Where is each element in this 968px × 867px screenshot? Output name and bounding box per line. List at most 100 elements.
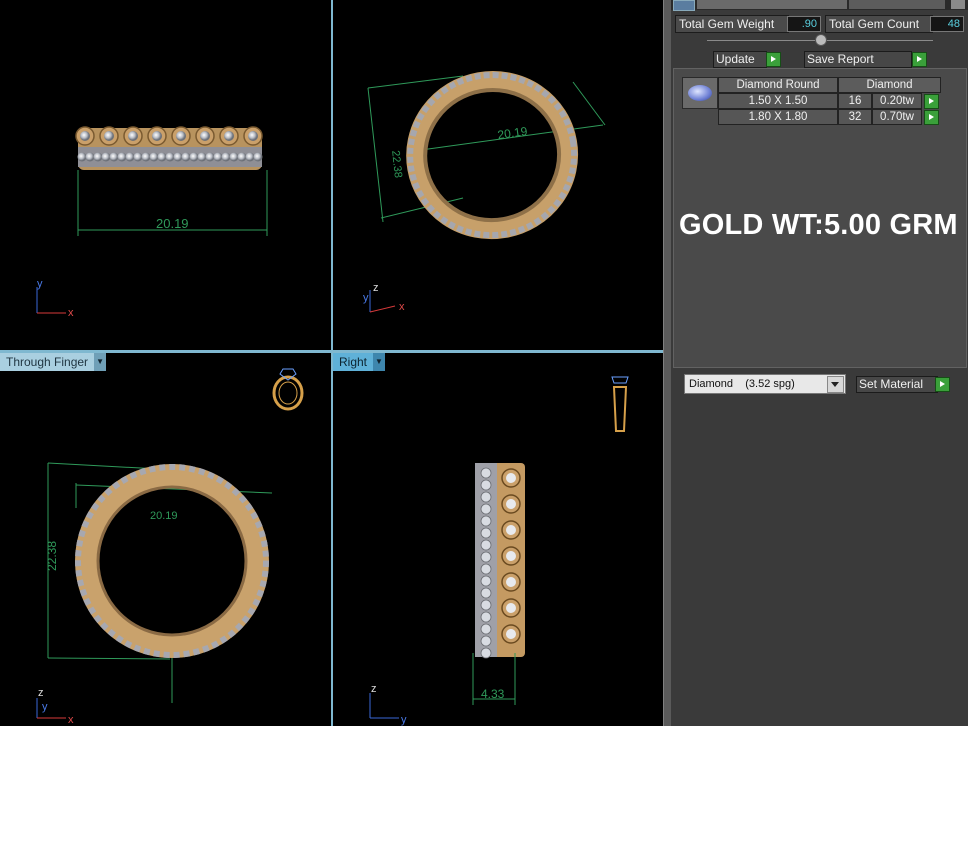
viewport-front[interactable]: 20.19 y x: [0, 0, 331, 350]
pave-diamond: [480, 467, 492, 479]
panel-tab[interactable]: [849, 0, 945, 9]
row-weight: 0.70tw: [872, 109, 922, 125]
view-selector-label: Right: [339, 355, 368, 369]
pave-diamond: [229, 152, 239, 162]
set-material-go-icon[interactable]: [935, 377, 950, 392]
pave-diamond: [480, 623, 492, 635]
ring-orientation-icon: [272, 368, 304, 411]
pave-diamond: [480, 635, 492, 647]
total-gem-count-label: Total Gem Count: [825, 15, 933, 33]
ring-model-through-finger: [75, 464, 269, 658]
bezel-diamond: [506, 499, 516, 509]
svg-text:x: x: [399, 301, 405, 313]
pave-diamond: [480, 647, 492, 659]
pave-diamond: [480, 479, 492, 491]
pave-diamond: [253, 152, 263, 162]
viewport-perspective[interactable]: 20.19 22.38 z y x: [333, 0, 663, 350]
pave-diamond: [480, 527, 492, 539]
right-view-canvas: 4.33 z y: [369, 376, 629, 726]
row-go-icon[interactable]: [924, 110, 939, 125]
svg-text:z: z: [38, 687, 44, 699]
row-go-icon[interactable]: [924, 94, 939, 109]
save-report-go-icon[interactable]: [912, 52, 927, 67]
bezel-diamond: [506, 629, 516, 639]
pave-diamond: [480, 575, 492, 587]
pave-diamond: [93, 152, 103, 162]
axis-gizmo: z y x: [36, 687, 74, 726]
view-selector-through-finger[interactable]: Through Finger ▼: [0, 353, 107, 371]
dropdown-arrow-icon[interactable]: [827, 376, 844, 393]
gem-list-box: Diamond Round Diamond 1.50 X 1.50 16 0.2…: [673, 68, 967, 368]
total-gem-weight-label: Total Gem Weight: [675, 15, 789, 33]
pave-diamond: [133, 152, 143, 162]
gold-weight-text: GOLD WT:5.00 GRM: [679, 209, 958, 241]
gem-icon[interactable]: [682, 77, 718, 109]
viewport-through-finger[interactable]: 20.19 22.38 z y x: [0, 353, 331, 726]
svg-text:y: y: [42, 701, 48, 713]
bezel-diamond: [248, 131, 258, 141]
pave-diamond: [480, 515, 492, 527]
pave-diamond: [189, 152, 199, 162]
pave-diamond: [480, 599, 492, 611]
viewport-right[interactable]: 4.33 z y: [333, 353, 663, 726]
pave-diamond: [480, 503, 492, 515]
update-button[interactable]: Update: [713, 51, 767, 68]
axis-gizmo: z y: [369, 683, 407, 726]
dimension-label: 4.33: [481, 687, 505, 701]
panel-tab[interactable]: [697, 0, 847, 9]
pave-diamond: [245, 152, 255, 162]
axis-gizmo: y x: [36, 278, 74, 319]
svg-text:y: y: [401, 714, 407, 726]
dropdown-arrow-icon[interactable]: ▼: [94, 353, 107, 371]
ring-orientation-icon: [611, 376, 629, 432]
bezel-diamond: [176, 131, 186, 141]
svg-text:x: x: [68, 307, 74, 319]
svg-text:y: y: [363, 292, 369, 304]
gem-report-panel: Total Gem Weight .90 Total Gem Count 48 …: [671, 0, 968, 726]
total-gem-weight-value: .90: [787, 16, 821, 32]
dropdown-arrow-icon[interactable]: ▼: [373, 353, 386, 371]
pave-diamond: [141, 152, 151, 162]
set-material-button[interactable]: Set Material: [856, 376, 938, 393]
bezel-diamond: [104, 131, 114, 141]
svg-text:x: x: [68, 714, 74, 726]
pave-diamond: [213, 152, 223, 162]
pave-diamond: [109, 152, 119, 162]
ring-model-perspective: [406, 71, 579, 240]
through-finger-view-canvas: 20.19 22.38 z y x: [36, 368, 304, 726]
pave-diamond: [85, 152, 95, 162]
bezel-diamond: [224, 131, 234, 141]
ring-model-front: [75, 126, 263, 170]
bezel-diamond: [506, 525, 516, 535]
dimension-label-height: 22.38: [389, 150, 404, 179]
bezel-diamond: [506, 551, 516, 561]
panel-close-icon[interactable]: [951, 0, 965, 9]
pave-diamond: [480, 611, 492, 623]
row-size: 1.80 X 1.80: [718, 109, 838, 125]
pave-diamond: [480, 491, 492, 503]
material-select-value: Diamond (3.52 spg): [689, 378, 795, 390]
pave-diamond: [205, 152, 215, 162]
bezel-diamond: [506, 603, 516, 613]
view-selector-right[interactable]: Right ▼: [333, 353, 386, 371]
pave-diamond: [117, 152, 127, 162]
svg-text:z: z: [371, 683, 377, 695]
total-gem-count-value: 48: [930, 16, 964, 32]
pave-diamond: [149, 152, 159, 162]
dimension-label-width: 20.19: [497, 124, 529, 142]
pave-diamond: [480, 539, 492, 551]
perspective-view-canvas: 20.19 22.38 z y x: [363, 71, 606, 313]
svg-text:z: z: [373, 282, 379, 294]
update-go-icon[interactable]: [766, 52, 781, 67]
bezel-diamond: [506, 473, 516, 483]
panel-menu-icon[interactable]: [673, 0, 695, 11]
front-view-canvas: 20.19 y x: [36, 126, 268, 319]
ring-model-right: [475, 463, 525, 659]
save-report-button[interactable]: Save Report: [804, 51, 912, 68]
svg-text:y: y: [37, 278, 43, 290]
slider-handle[interactable]: [815, 34, 827, 46]
row-count: 32: [838, 109, 872, 125]
material-select[interactable]: Diamond (3.52 spg): [684, 374, 846, 394]
bezel-diamond: [80, 131, 90, 141]
row-count: 16: [838, 93, 872, 109]
